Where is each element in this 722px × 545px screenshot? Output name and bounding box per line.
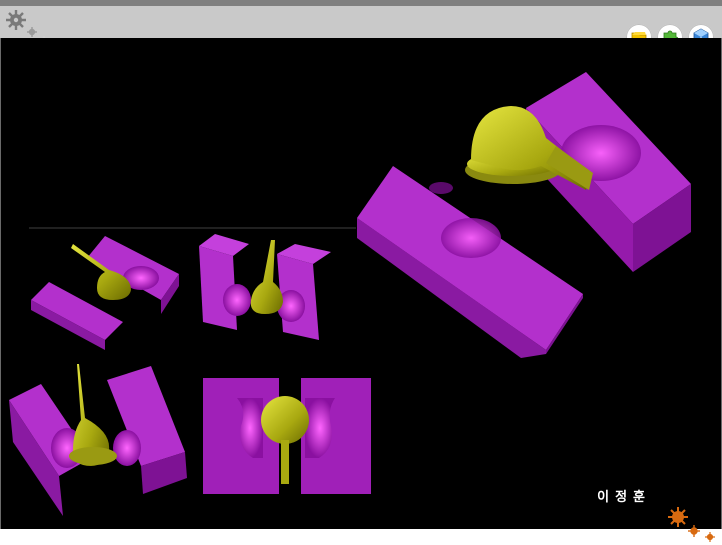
large-mold-assembly (357, 72, 691, 358)
mold-render-canvas: 이정훈 (0, 38, 722, 529)
mold-view-3 (9, 364, 187, 516)
mold-view-1 (31, 236, 179, 350)
orange-gear-icon (668, 507, 715, 542)
mold-view-4 (203, 378, 371, 494)
author-caption: 이정훈 (597, 490, 651, 505)
footer-bar (0, 529, 722, 545)
mold-view-2 (199, 234, 331, 340)
header-bar (0, 6, 722, 38)
